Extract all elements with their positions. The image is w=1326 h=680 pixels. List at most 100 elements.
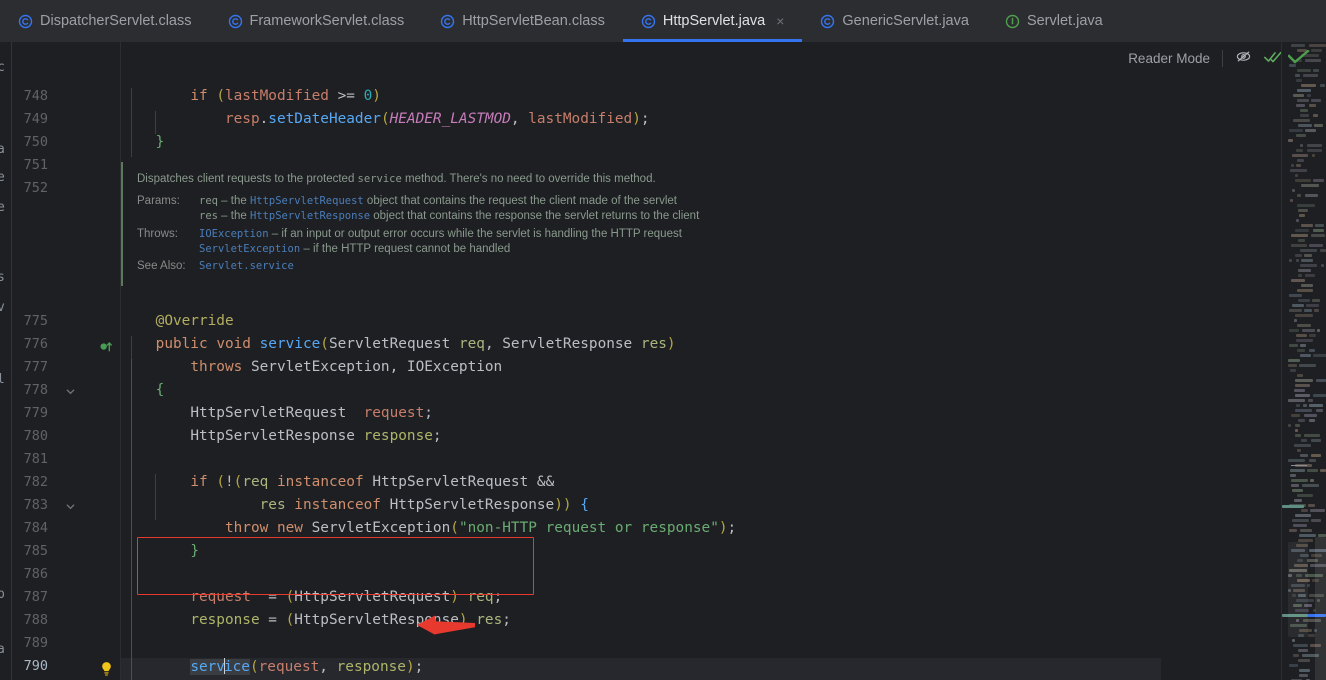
javadoc-tag-row: See Also: Servlet.service: [137, 259, 781, 274]
code-line[interactable]: HttpServletResponse response;: [121, 428, 441, 444]
javadoc-link[interactable]: Servlet.service: [199, 260, 294, 272]
code-line[interactable]: if (lastModified >= 0): [121, 88, 381, 104]
javadoc-link[interactable]: IOException: [199, 228, 269, 240]
minimap-code-block: [1298, 269, 1311, 272]
adjacent-editor-text-fragment: e: [0, 170, 5, 185]
minimap-code-block: [1289, 129, 1303, 132]
editor-scrollbar-thumb[interactable]: [1288, 542, 1308, 637]
minimap-code-block: [1295, 409, 1312, 412]
javadoc-tag-text: Servlet.service: [199, 259, 781, 274]
line-number: 777: [23, 359, 48, 375]
line-number: 780: [23, 428, 48, 444]
javadoc-link[interactable]: ServletException: [199, 243, 300, 255]
editor-minimap[interactable]: [1281, 42, 1326, 680]
code-editor-surface[interactable]: if (lastModified >= 0) resp.setDateHeade…: [121, 42, 1161, 680]
minimap-code-block: [1290, 469, 1305, 472]
minimap-code-block: [1297, 89, 1311, 92]
minimap-code-block: [1300, 114, 1309, 117]
minimap-code-block: [1311, 234, 1325, 237]
editor-tab-frameworkservlet-class[interactable]: FrameworkServlet.class: [210, 0, 423, 42]
editor-tab-httpservletbean-class[interactable]: HttpServletBean.class: [422, 0, 623, 42]
minimap-code-block: [1289, 529, 1297, 532]
minimap-code-block: [1295, 514, 1311, 517]
line-number: 787: [23, 589, 48, 605]
minimap-code-block: [1289, 259, 1292, 262]
minimap-code-block: [1301, 259, 1313, 262]
editor-gutter[interactable]: 748 749 750 751 752 775 776 777 778 779 780 781 782 7…: [13, 42, 120, 680]
line-number: 784: [23, 520, 48, 536]
minimap-code-block: [1308, 504, 1315, 507]
editor-tab-dispatcherservlet-class[interactable]: DispatcherServlet.class: [0, 0, 210, 42]
code-line[interactable]: @Override: [121, 313, 234, 329]
minimap-code-block: [1297, 494, 1313, 497]
javadoc-tag-row: Params: req – the HttpServletRequest obje…: [137, 194, 781, 209]
line-number: 781: [23, 451, 48, 467]
indent-guide: [155, 474, 156, 520]
minimap-code-block: [1309, 404, 1323, 407]
minimap-code-block: [1307, 94, 1311, 97]
javadoc-link[interactable]: HttpServletResponse: [250, 210, 370, 222]
javadoc-tag-text: res – the HttpServletResponse object tha…: [199, 210, 700, 223]
minimap-code-block: [1296, 404, 1300, 407]
editor-tab-httpservlet-java[interactable]: HttpServlet.java ×: [622, 0, 803, 42]
minimap-code-block: [1290, 169, 1307, 172]
minimap-code-block: [1298, 124, 1312, 127]
minimap-code-block: [1296, 149, 1303, 152]
minimap-code-block: [1302, 484, 1319, 487]
code-line[interactable]: }: [121, 543, 199, 559]
javadoc-rendered-block: Dispatches client requests to the protec…: [121, 162, 781, 287]
javadoc-description: Dispatches client requests to the protec…: [137, 173, 656, 185]
minimap-code-block: [1288, 424, 1291, 427]
minimap-code-block: [1293, 644, 1308, 647]
minimap-code-block: [1309, 419, 1315, 422]
minimap-code-block: [1300, 249, 1317, 252]
javadoc-link[interactable]: HttpServletRequest: [250, 195, 364, 207]
override-method-icon[interactable]: [99, 339, 114, 359]
ide-window: DispatcherServlet.class FrameworkServlet.…: [0, 0, 1326, 680]
minimap-code-block: [1291, 244, 1307, 247]
editor-tab-servlet-java[interactable]: Servlet.java: [987, 0, 1121, 42]
minimap-code-block: [1299, 534, 1316, 537]
editor-vertical-scrollbar[interactable]: [1315, 537, 1326, 680]
eye-off-icon[interactable]: [1235, 48, 1252, 68]
code-line[interactable]: HttpServletRequest request;: [121, 405, 433, 421]
java-class-icon: [18, 14, 33, 29]
code-line[interactable]: throws ServletException, IOException: [121, 359, 502, 375]
code-line[interactable]: res instanceof HttpServletResponse)) {: [121, 497, 589, 513]
minimap-code-block: [1291, 484, 1299, 487]
code-line[interactable]: throw new ServletException("non-HTTP req…: [121, 520, 736, 536]
code-line[interactable]: if (!(req instanceof HttpServletRequest …: [121, 474, 554, 490]
java-class-icon: [641, 14, 656, 29]
minimap-code-block: [1295, 429, 1298, 432]
minimap-code-block: [1313, 354, 1326, 357]
code-fold-chevron-down-icon[interactable]: [65, 386, 77, 400]
minimap-code-block: [1291, 414, 1300, 417]
adjacent-editor-text-fragment: v: [0, 300, 5, 315]
editor-tab-genericservlet-java[interactable]: GenericServlet.java: [802, 0, 987, 42]
code-fold-chevron-down-icon[interactable]: [65, 501, 77, 515]
code-line[interactable]: {: [121, 382, 165, 398]
minimap-code-block: [1316, 409, 1323, 412]
code-line[interactable]: request = (HttpServletRequest) req;: [121, 589, 502, 605]
double-check-icon[interactable]: [1264, 49, 1282, 68]
minimap-code-block: [1295, 379, 1313, 382]
code-line[interactable]: public void service(ServletRequest req, …: [121, 336, 676, 352]
minimap-code-block: [1311, 99, 1321, 102]
minimap-code-block: [1316, 379, 1326, 382]
minimap-code-block: [1311, 439, 1321, 442]
code-line[interactable]: resp.setDateHeader(HEADER_LASTMOD, lastM…: [121, 111, 650, 127]
minimap-code-block: [1294, 389, 1305, 392]
code-line[interactable]: service(request, response);: [121, 658, 423, 675]
minimap-code-block: [1303, 74, 1318, 77]
minimap-code-block: [1297, 449, 1301, 452]
minimap-code-block: [1313, 179, 1324, 182]
java-interface-icon: [1005, 14, 1020, 29]
close-icon[interactable]: ×: [776, 14, 784, 28]
minimap-code-block: [1293, 654, 1299, 657]
code-line[interactable]: }: [121, 134, 165, 150]
minimap-code-block: [1295, 229, 1309, 232]
annotation-arrow-icon: [415, 612, 477, 643]
intention-bulb-icon[interactable]: [99, 661, 114, 680]
minimap-code-block: [1307, 149, 1322, 152]
editor-tab-label: FrameworkServlet.class: [249, 13, 405, 29]
